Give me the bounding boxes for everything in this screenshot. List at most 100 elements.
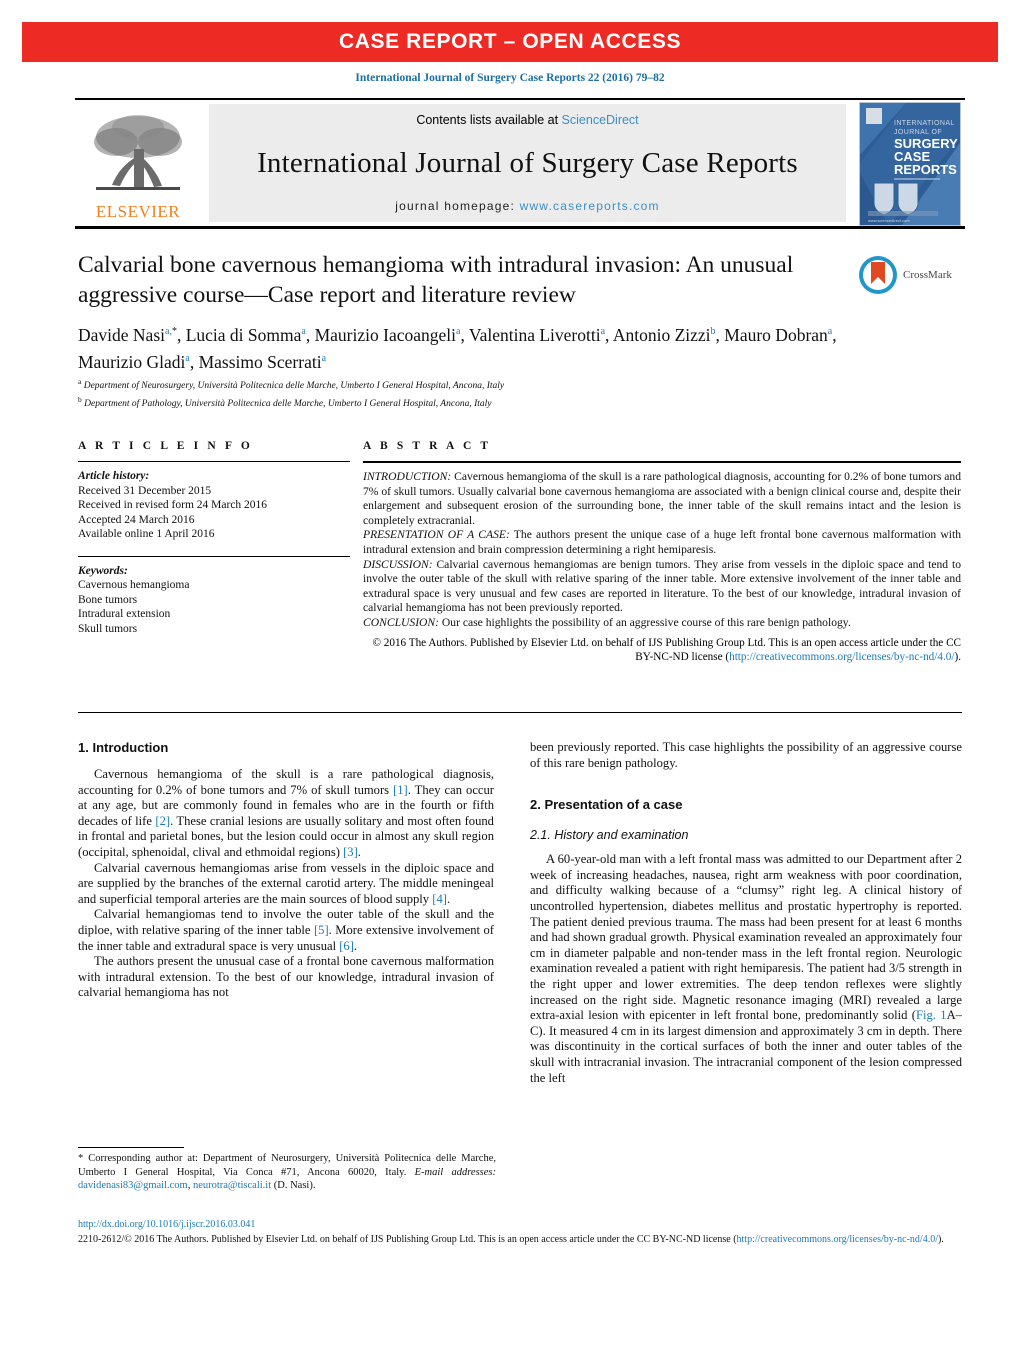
license-link[interactable]: http://creativecommons.org/licenses/by-n… (737, 1234, 938, 1245)
elsevier-logo: ELSEVIER (77, 104, 199, 222)
abstract-section-label: PRESENTATION OF A CASE: (363, 528, 510, 542)
corresponding-author-footnote: * Corresponding author at: Department of… (78, 1152, 496, 1193)
license-suffix: ). (937, 1234, 944, 1245)
keywords-label: Keywords: (78, 564, 128, 577)
body-column-right: been previously reported. This case high… (530, 740, 962, 1086)
keywords-block: Keywords: Cavernous hemangioma Bone tumor… (78, 564, 350, 637)
banner-label: CASE REPORT – OPEN ACCESS (338, 30, 682, 53)
journal-homepage-link[interactable]: www.casereports.com (520, 199, 660, 213)
affiliation-mark: b (78, 395, 82, 405)
corresponding-author-mark: * (171, 326, 177, 337)
svg-text:JOURNAL OF: JOURNAL OF (894, 129, 942, 136)
introduction-paragraphs: Cavernous hemangioma of the skull is a r… (78, 767, 494, 1001)
author-affiliation-mark: a (321, 352, 327, 364)
body-paragraph: A 60-year-old man with a left frontal ma… (530, 852, 962, 1085)
author-affiliation-mark: a, (165, 326, 172, 337)
abstract-license-link[interactable]: http://creativecommons.org/licenses/by-n… (729, 651, 954, 663)
title-block: Calvarial bone cavernous hemangioma with… (78, 250, 848, 310)
keyword-item: Skull tumors (78, 622, 138, 635)
email-link-secondary[interactable]: neurotra@tiscali.it (193, 1180, 271, 1191)
case-presentation-paragraphs: A 60-year-old man with a left frontal ma… (530, 852, 962, 1086)
author-list: Davide Nasia,*, Lucia di Sommaa, Maurizi… (78, 324, 837, 372)
journal-citation-line: International Journal of Surgery Case Re… (355, 72, 665, 84)
abstract-copyright: © 2016 The Authors. Published by Elsevie… (372, 636, 961, 663)
citation-link[interactable]: [1] (393, 783, 408, 797)
license-statement: 2210-2612/© 2016 The Authors. Published … (78, 1233, 962, 1246)
crossmark-label: CrossMark (903, 269, 952, 281)
paper-page: CASE REPORT – OPEN ACCESS International … (0, 0, 1020, 1351)
abstract-section: DISCUSSION: Calvarial cavernous hemangio… (363, 557, 961, 615)
email-link-primary[interactable]: davidenasi83@gmail.com (78, 1180, 188, 1191)
article-history-item: Accepted 24 March 2016 (78, 513, 195, 526)
abstract-section: PRESENTATION OF A CASE: The authors pres… (363, 528, 961, 556)
article-history-items: Received 31 December 2015 Received in rev… (78, 484, 350, 542)
crossmark-badge[interactable]: CrossMark (858, 252, 964, 298)
abstract-section-label: DISCUSSION: (363, 557, 433, 571)
citation-link[interactable]: Fig. 1 (916, 1008, 947, 1022)
body-paragraph: Calvarial hemangiomas tend to involve th… (78, 907, 495, 953)
email-label: E-mail addresses: (414, 1166, 497, 1178)
journal-homepage-line: journal homepage: www.casereports.com (395, 199, 660, 213)
keyword-item: Cavernous hemangioma (78, 579, 190, 591)
author-affiliation-mark: a (827, 326, 833, 337)
abstract-bottom-rule (78, 712, 962, 713)
body-paragraph: Calvarial cavernous hemangiomas arise fr… (78, 860, 494, 906)
contents-prefix: Contents lists available at (416, 113, 562, 127)
footnote-rule (78, 1147, 184, 1148)
page-bottom-block: http://dx.doi.org/10.1016/j.ijscr.2016.0… (78, 1218, 962, 1246)
author-name: Davide Nasi (78, 324, 165, 345)
abstract-section-label: INTRODUCTION: (363, 470, 452, 483)
sciencedirect-link[interactable]: ScienceDirect (562, 113, 639, 127)
citation-link[interactable]: [5] (314, 923, 329, 937)
masthead-bottom-rule (75, 226, 965, 229)
citation-link[interactable]: [2] (155, 814, 170, 828)
abstract-rule (363, 461, 961, 463)
citation-link[interactable]: [3] (343, 845, 358, 859)
author-name: Valentina Liverotti (468, 324, 601, 345)
abstract-heading: A B S T R A C T (363, 440, 492, 452)
masthead-top-rule (75, 98, 965, 100)
section-heading-presentation: 2. Presentation of a case (530, 797, 683, 813)
journal-cover-art: INTERNATIONAL JOURNAL OF SURGERY CASE RE… (860, 103, 960, 225)
elsevier-wordmark: ELSEVIER (95, 202, 181, 221)
contents-available-line: Contents lists available at ScienceDirec… (416, 113, 638, 127)
citation-link[interactable]: [6] (339, 939, 354, 953)
open-access-banner: CASE REPORT – OPEN ACCESS (22, 22, 998, 62)
author-affiliation-mark: a (185, 352, 190, 364)
svg-text:INTERNATIONAL: INTERNATIONAL (894, 120, 955, 127)
subsection-heading-history: 2.1. History and examination (530, 828, 689, 843)
author-affiliation-mark: b (710, 326, 716, 337)
author-name: Antonio Zizzi (612, 324, 711, 345)
abstract-section: INTRODUCTION: Cavernous hemangioma of th… (363, 470, 961, 527)
author-name: Massimo Scerrati (198, 351, 322, 372)
license-prefix: 2210-2612/© 2016 The Authors. Published … (78, 1234, 737, 1245)
article-info-column: A R T I C L E I N F O Article history: R… (78, 440, 350, 636)
author-affiliation-mark: a (301, 326, 306, 337)
author-name: Maurizio Gladi (78, 351, 186, 372)
abstract-body: INTRODUCTION: Cavernous hemangioma of th… (363, 470, 961, 631)
author-affiliation-mark: a (600, 326, 606, 337)
introduction-continuation: been previously reported. This case high… (530, 740, 962, 770)
article-info-heading: A R T I C L E I N F O (78, 440, 253, 452)
homepage-prefix: journal homepage: (395, 199, 520, 213)
svg-text:www.sciencedirect.com: www.sciencedirect.com (868, 218, 910, 223)
svg-text:REPORTS: REPORTS (894, 162, 957, 177)
article-history-block: Article history: Received 31 December 20… (78, 469, 350, 542)
affiliation-item: b Department of Pathology, Università Po… (78, 395, 492, 410)
affiliation-list: a Department of Neurosurgery, Università… (78, 375, 878, 411)
journal-header-box: Contents lists available at ScienceDirec… (209, 104, 846, 222)
citation-link[interactable]: [4] (432, 892, 447, 906)
affiliation-item: a Department of Neurosurgery, Università… (78, 377, 505, 392)
doi-link[interactable]: http://dx.doi.org/10.1016/j.ijscr.2016.0… (78, 1218, 962, 1231)
article-history-label: Article history: (78, 470, 150, 482)
author-affiliation-mark: a (456, 326, 461, 337)
body-paragraph: The authors present the unusual case of … (78, 954, 494, 1000)
abstract-section-label: CONCLUSION: (363, 615, 440, 629)
journal-title: International Journal of Surgery Case Re… (257, 146, 798, 179)
section-heading-introduction: 1. Introduction (78, 740, 169, 755)
affiliation-mark: a (78, 377, 82, 386)
page-title: Calvarial bone cavernous hemangioma with… (78, 252, 794, 308)
article-history-item: Received in revised form 24 March 2016 (78, 499, 268, 511)
keywords-rule (78, 555, 350, 557)
article-history-item: Available online 1 April 2016 (78, 528, 215, 540)
